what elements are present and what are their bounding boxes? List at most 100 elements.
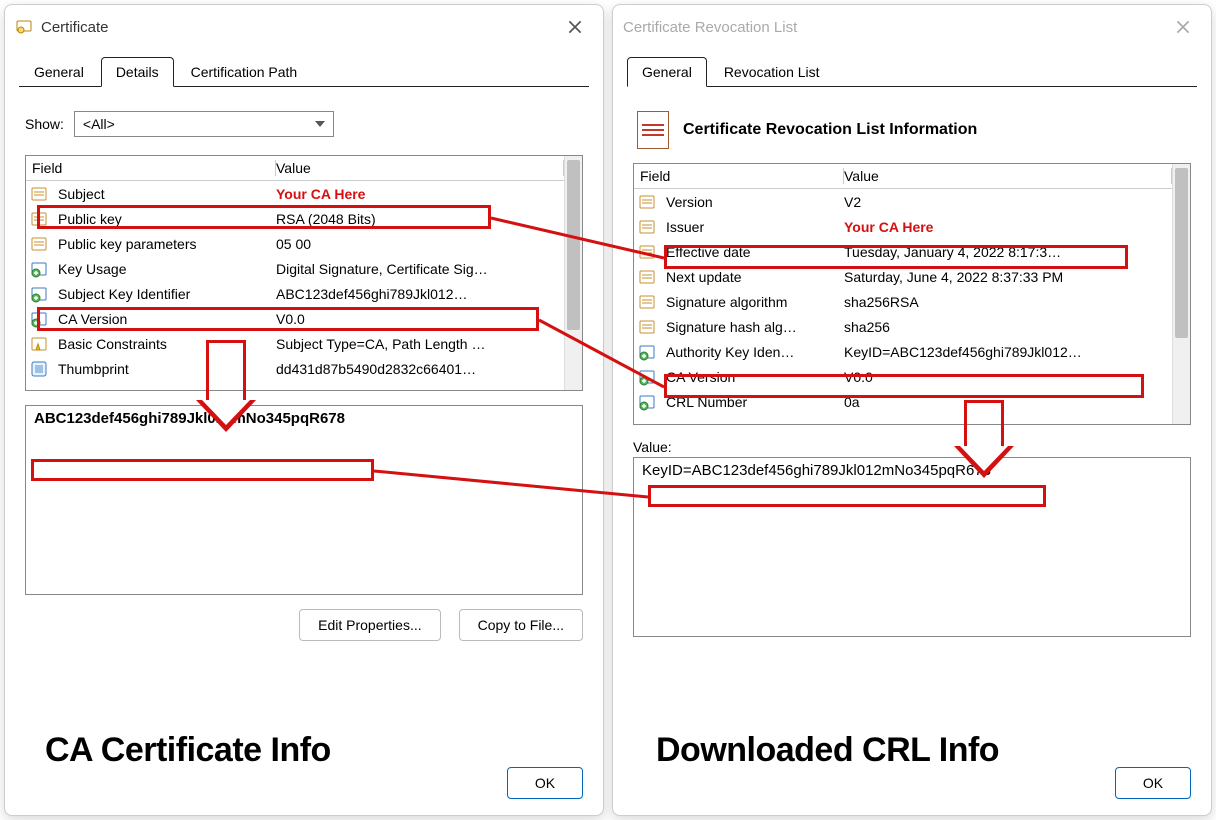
- cell-field: Public key: [52, 211, 276, 227]
- col-field[interactable]: Field: [26, 160, 276, 176]
- edit-properties-button[interactable]: Edit Properties...: [299, 609, 441, 641]
- table-row[interactable]: IssuerYour CA Here: [634, 214, 1172, 239]
- cell-field: CA Version: [660, 369, 844, 385]
- cell-field: CA Version: [52, 311, 276, 327]
- close-button[interactable]: [1165, 13, 1201, 41]
- cell-field: Authority Key Iden…: [660, 344, 844, 360]
- cell-field: Subject Key Identifier: [52, 286, 276, 302]
- titlebar-right: Certificate Revocation List: [613, 5, 1211, 49]
- table-row[interactable]: CA VersionV0.0: [26, 306, 564, 331]
- cell-value: V0.0: [844, 369, 1172, 385]
- panel-title: Certificate Revocation List Information: [683, 121, 977, 139]
- cell-field: Version: [660, 194, 844, 210]
- row-icon: [30, 360, 48, 378]
- cell-value: V0.0: [276, 311, 564, 327]
- scroll-thumb[interactable]: [567, 160, 580, 330]
- cell-value: ABC123def456ghi789Jkl012…: [276, 286, 564, 302]
- show-dropdown[interactable]: <All>: [74, 111, 334, 137]
- table-row[interactable]: Public key parameters05 00: [26, 231, 564, 256]
- cell-value: Subject Type=CA, Path Length …: [276, 336, 564, 352]
- col-value[interactable]: Value: [844, 168, 1172, 184]
- tab-general[interactable]: General: [19, 57, 99, 86]
- value-detail-box-left[interactable]: ABC123def456ghi789Jkl012mNo345pqR678: [25, 405, 583, 595]
- ok-button-right[interactable]: OK: [1115, 767, 1191, 799]
- fields-grid-right: Field Value VersionV2IssuerYour CA HereE…: [633, 163, 1191, 425]
- caption-right: Downloaded CRL Info: [656, 731, 999, 770]
- row-icon: [30, 260, 48, 278]
- detail-value: ABC123def456ghi789Jkl012mNo345pqR678: [34, 410, 345, 427]
- table-row[interactable]: Effective dateTuesday, January 4, 2022 8…: [634, 239, 1172, 264]
- cell-value: Saturday, June 4, 2022 8:37:33 PM: [844, 269, 1172, 285]
- table-row[interactable]: CA VersionV0.0: [634, 364, 1172, 389]
- scroll-thumb[interactable]: [1175, 168, 1188, 338]
- grid-header: Field Value: [634, 164, 1172, 189]
- value-detail-box-right[interactable]: KeyID=ABC123def456ghi789Jkl012mNo345pqR6…: [633, 457, 1191, 637]
- cell-value: 0a: [844, 394, 1172, 410]
- cell-field: Signature hash alg…: [660, 319, 844, 335]
- tab-details[interactable]: Details: [101, 57, 174, 87]
- table-row[interactable]: Authority Key Iden…KeyID=ABC123def456ghi…: [634, 339, 1172, 364]
- value-label: Value:: [633, 439, 1191, 455]
- row-icon: [30, 335, 48, 353]
- cell-field: Thumbprint: [52, 361, 276, 377]
- cell-value: sha256: [844, 319, 1172, 335]
- row-icon: [638, 293, 656, 311]
- window-title: Certificate Revocation List: [623, 19, 1165, 36]
- general-panel: Certificate Revocation List Information …: [613, 87, 1211, 651]
- row-icon: [638, 393, 656, 411]
- certificate-dialog: Certificate General Details Certificatio…: [4, 4, 604, 816]
- cell-value: 05 00: [276, 236, 564, 252]
- table-row[interactable]: Next updateSaturday, June 4, 2022 8:37:3…: [634, 264, 1172, 289]
- cell-value: Your CA Here: [276, 186, 564, 202]
- row-icon: [30, 285, 48, 303]
- certificate-icon: [15, 18, 33, 36]
- fields-grid-left: Field Value SubjectYour CA HerePublic ke…: [25, 155, 583, 391]
- tab-certpath[interactable]: Certification Path: [176, 57, 313, 86]
- row-icon: [638, 318, 656, 336]
- table-row[interactable]: Signature hash alg…sha256: [634, 314, 1172, 339]
- table-row[interactable]: Thumbprintdd431d87b5490d2832c66401…: [26, 356, 564, 381]
- cell-field: Next update: [660, 269, 844, 285]
- row-icon: [30, 210, 48, 228]
- cell-field: Issuer: [660, 219, 844, 235]
- show-value: <All>: [83, 116, 115, 132]
- scrollbar[interactable]: [1172, 164, 1190, 424]
- col-field[interactable]: Field: [634, 168, 844, 184]
- cell-value: Your CA Here: [844, 219, 1172, 235]
- table-row[interactable]: SubjectYour CA Here: [26, 181, 564, 206]
- tab-revocation-list[interactable]: Revocation List: [709, 57, 835, 86]
- table-row[interactable]: Signature algorithmsha256RSA: [634, 289, 1172, 314]
- ok-button-left[interactable]: OK: [507, 767, 583, 799]
- cell-value: sha256RSA: [844, 294, 1172, 310]
- window-title: Certificate: [41, 19, 557, 36]
- titlebar-left: Certificate: [5, 5, 603, 49]
- table-row[interactable]: Basic ConstraintsSubject Type=CA, Path L…: [26, 331, 564, 356]
- details-panel: Show: <All> Field Value SubjectYour CA H…: [5, 87, 603, 655]
- cell-field: Key Usage: [52, 261, 276, 277]
- cell-value: Digital Signature, Certificate Sig…: [276, 261, 564, 277]
- copy-to-file-button[interactable]: Copy to File...: [459, 609, 583, 641]
- cell-value: RSA (2048 Bits): [276, 211, 564, 227]
- cell-field: CRL Number: [660, 394, 844, 410]
- tab-general[interactable]: General: [627, 57, 707, 87]
- cell-field: Subject: [52, 186, 276, 202]
- table-row[interactable]: VersionV2: [634, 189, 1172, 214]
- show-label: Show:: [25, 116, 64, 132]
- col-value[interactable]: Value: [276, 160, 564, 176]
- scrollbar[interactable]: [564, 156, 582, 390]
- table-row[interactable]: Key UsageDigital Signature, Certificate …: [26, 256, 564, 281]
- cell-value: V2: [844, 194, 1172, 210]
- table-row[interactable]: CRL Number0a: [634, 389, 1172, 414]
- table-row[interactable]: Subject Key IdentifierABC123def456ghi789…: [26, 281, 564, 306]
- row-icon: [638, 243, 656, 261]
- close-button[interactable]: [557, 13, 593, 41]
- cell-value: Tuesday, January 4, 2022 8:17:3…: [844, 244, 1172, 260]
- cell-field: Effective date: [660, 244, 844, 260]
- cell-value: dd431d87b5490d2832c66401…: [276, 361, 564, 377]
- cell-value: KeyID=ABC123def456ghi789Jkl012…: [844, 344, 1172, 360]
- tabstrip-left: General Details Certification Path: [19, 53, 589, 87]
- cell-field: Basic Constraints: [52, 336, 276, 352]
- detail-value: KeyID=ABC123def456ghi789Jkl012mNo345pqR6…: [642, 462, 991, 479]
- row-icon: [30, 235, 48, 253]
- table-row[interactable]: Public keyRSA (2048 Bits): [26, 206, 564, 231]
